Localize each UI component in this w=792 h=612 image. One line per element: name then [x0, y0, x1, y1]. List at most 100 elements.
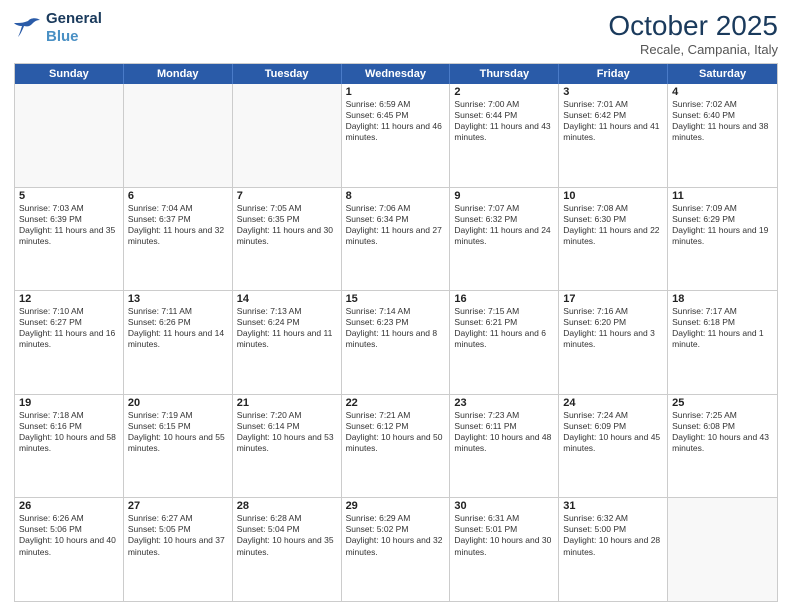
cal-cell: 11Sunrise: 7:09 AM Sunset: 6:29 PM Dayli… — [668, 188, 777, 291]
cal-cell: 16Sunrise: 7:15 AM Sunset: 6:21 PM Dayli… — [450, 291, 559, 394]
day-number: 6 — [128, 190, 228, 202]
day-info: Sunrise: 6:26 AM Sunset: 5:06 PM Dayligh… — [19, 513, 119, 557]
day-info: Sunrise: 7:00 AM Sunset: 6:44 PM Dayligh… — [454, 99, 554, 143]
day-info: Sunrise: 7:20 AM Sunset: 6:14 PM Dayligh… — [237, 410, 337, 454]
cal-cell: 9Sunrise: 7:07 AM Sunset: 6:32 PM Daylig… — [450, 188, 559, 291]
calendar-header: SundayMondayTuesdayWednesdayThursdayFrid… — [15, 64, 777, 84]
day-info: Sunrise: 7:03 AM Sunset: 6:39 PM Dayligh… — [19, 203, 119, 247]
day-number: 25 — [672, 397, 773, 409]
day-info: Sunrise: 7:05 AM Sunset: 6:35 PM Dayligh… — [237, 203, 337, 247]
cal-cell: 22Sunrise: 7:21 AM Sunset: 6:12 PM Dayli… — [342, 395, 451, 498]
day-info: Sunrise: 6:29 AM Sunset: 5:02 PM Dayligh… — [346, 513, 446, 557]
cal-cell: 17Sunrise: 7:16 AM Sunset: 6:20 PM Dayli… — [559, 291, 668, 394]
day-info: Sunrise: 7:23 AM Sunset: 6:11 PM Dayligh… — [454, 410, 554, 454]
cal-cell: 15Sunrise: 7:14 AM Sunset: 6:23 PM Dayli… — [342, 291, 451, 394]
day-info: Sunrise: 7:18 AM Sunset: 6:16 PM Dayligh… — [19, 410, 119, 454]
day-info: Sunrise: 7:24 AM Sunset: 6:09 PM Dayligh… — [563, 410, 663, 454]
day-number: 9 — [454, 190, 554, 202]
day-of-week-saturday: Saturday — [668, 64, 777, 84]
cal-cell: 13Sunrise: 7:11 AM Sunset: 6:26 PM Dayli… — [124, 291, 233, 394]
cal-cell — [233, 84, 342, 187]
cal-cell: 26Sunrise: 6:26 AM Sunset: 5:06 PM Dayli… — [15, 498, 124, 601]
day-info: Sunrise: 7:17 AM Sunset: 6:18 PM Dayligh… — [672, 306, 773, 350]
logo: General Blue — [14, 10, 102, 46]
cal-cell: 23Sunrise: 7:23 AM Sunset: 6:11 PM Dayli… — [450, 395, 559, 498]
cal-cell: 25Sunrise: 7:25 AM Sunset: 6:08 PM Dayli… — [668, 395, 777, 498]
title-block: October 2025 Recale, Campania, Italy — [608, 10, 778, 57]
day-number: 20 — [128, 397, 228, 409]
day-info: Sunrise: 6:32 AM Sunset: 5:00 PM Dayligh… — [563, 513, 663, 557]
cal-cell: 2Sunrise: 7:00 AM Sunset: 6:44 PM Daylig… — [450, 84, 559, 187]
day-info: Sunrise: 7:13 AM Sunset: 6:24 PM Dayligh… — [237, 306, 337, 350]
month-title: October 2025 — [608, 10, 778, 42]
cal-cell: 14Sunrise: 7:13 AM Sunset: 6:24 PM Dayli… — [233, 291, 342, 394]
day-number: 3 — [563, 86, 663, 98]
day-number: 17 — [563, 293, 663, 305]
cal-cell: 6Sunrise: 7:04 AM Sunset: 6:37 PM Daylig… — [124, 188, 233, 291]
day-info: Sunrise: 6:59 AM Sunset: 6:45 PM Dayligh… — [346, 99, 446, 143]
cal-cell: 18Sunrise: 7:17 AM Sunset: 6:18 PM Dayli… — [668, 291, 777, 394]
week-row-2: 5Sunrise: 7:03 AM Sunset: 6:39 PM Daylig… — [15, 188, 777, 292]
cal-cell: 7Sunrise: 7:05 AM Sunset: 6:35 PM Daylig… — [233, 188, 342, 291]
cal-cell — [15, 84, 124, 187]
day-info: Sunrise: 7:16 AM Sunset: 6:20 PM Dayligh… — [563, 306, 663, 350]
day-number: 15 — [346, 293, 446, 305]
day-info: Sunrise: 7:19 AM Sunset: 6:15 PM Dayligh… — [128, 410, 228, 454]
day-number: 27 — [128, 500, 228, 512]
week-row-4: 19Sunrise: 7:18 AM Sunset: 6:16 PM Dayli… — [15, 395, 777, 499]
cal-cell — [668, 498, 777, 601]
day-number: 1 — [346, 86, 446, 98]
day-of-week-friday: Friday — [559, 64, 668, 84]
day-of-week-sunday: Sunday — [15, 64, 124, 84]
logo-text: General Blue — [46, 10, 102, 46]
day-info: Sunrise: 6:28 AM Sunset: 5:04 PM Dayligh… — [237, 513, 337, 557]
day-info: Sunrise: 7:14 AM Sunset: 6:23 PM Dayligh… — [346, 306, 446, 350]
day-number: 4 — [672, 86, 773, 98]
week-row-1: 1Sunrise: 6:59 AM Sunset: 6:45 PM Daylig… — [15, 84, 777, 188]
cal-cell: 30Sunrise: 6:31 AM Sunset: 5:01 PM Dayli… — [450, 498, 559, 601]
day-number: 13 — [128, 293, 228, 305]
day-number: 11 — [672, 190, 773, 202]
day-info: Sunrise: 7:04 AM Sunset: 6:37 PM Dayligh… — [128, 203, 228, 247]
day-info: Sunrise: 7:06 AM Sunset: 6:34 PM Dayligh… — [346, 203, 446, 247]
cal-cell: 19Sunrise: 7:18 AM Sunset: 6:16 PM Dayli… — [15, 395, 124, 498]
day-info: Sunrise: 7:10 AM Sunset: 6:27 PM Dayligh… — [19, 306, 119, 350]
day-number: 8 — [346, 190, 446, 202]
day-number: 12 — [19, 293, 119, 305]
day-number: 2 — [454, 86, 554, 98]
day-of-week-thursday: Thursday — [450, 64, 559, 84]
day-number: 28 — [237, 500, 337, 512]
day-number: 29 — [346, 500, 446, 512]
cal-cell: 3Sunrise: 7:01 AM Sunset: 6:42 PM Daylig… — [559, 84, 668, 187]
location-subtitle: Recale, Campania, Italy — [608, 42, 778, 57]
day-of-week-wednesday: Wednesday — [342, 64, 451, 84]
day-info: Sunrise: 6:31 AM Sunset: 5:01 PM Dayligh… — [454, 513, 554, 557]
week-row-3: 12Sunrise: 7:10 AM Sunset: 6:27 PM Dayli… — [15, 291, 777, 395]
day-number: 24 — [563, 397, 663, 409]
week-row-5: 26Sunrise: 6:26 AM Sunset: 5:06 PM Dayli… — [15, 498, 777, 601]
cal-cell — [124, 84, 233, 187]
cal-cell: 10Sunrise: 7:08 AM Sunset: 6:30 PM Dayli… — [559, 188, 668, 291]
day-number: 31 — [563, 500, 663, 512]
day-of-week-monday: Monday — [124, 64, 233, 84]
cal-cell: 4Sunrise: 7:02 AM Sunset: 6:40 PM Daylig… — [668, 84, 777, 187]
cal-cell: 21Sunrise: 7:20 AM Sunset: 6:14 PM Dayli… — [233, 395, 342, 498]
day-info: Sunrise: 7:21 AM Sunset: 6:12 PM Dayligh… — [346, 410, 446, 454]
day-info: Sunrise: 7:01 AM Sunset: 6:42 PM Dayligh… — [563, 99, 663, 143]
day-of-week-tuesday: Tuesday — [233, 64, 342, 84]
day-number: 7 — [237, 190, 337, 202]
day-number: 10 — [563, 190, 663, 202]
page: General Blue October 2025 Recale, Campan… — [0, 0, 792, 612]
day-number: 23 — [454, 397, 554, 409]
cal-cell: 1Sunrise: 6:59 AM Sunset: 6:45 PM Daylig… — [342, 84, 451, 187]
day-info: Sunrise: 7:08 AM Sunset: 6:30 PM Dayligh… — [563, 203, 663, 247]
day-number: 16 — [454, 293, 554, 305]
cal-cell: 27Sunrise: 6:27 AM Sunset: 5:05 PM Dayli… — [124, 498, 233, 601]
day-number: 14 — [237, 293, 337, 305]
cal-cell: 24Sunrise: 7:24 AM Sunset: 6:09 PM Dayli… — [559, 395, 668, 498]
day-info: Sunrise: 6:27 AM Sunset: 5:05 PM Dayligh… — [128, 513, 228, 557]
cal-cell: 31Sunrise: 6:32 AM Sunset: 5:00 PM Dayli… — [559, 498, 668, 601]
day-number: 5 — [19, 190, 119, 202]
cal-cell: 5Sunrise: 7:03 AM Sunset: 6:39 PM Daylig… — [15, 188, 124, 291]
day-number: 26 — [19, 500, 119, 512]
